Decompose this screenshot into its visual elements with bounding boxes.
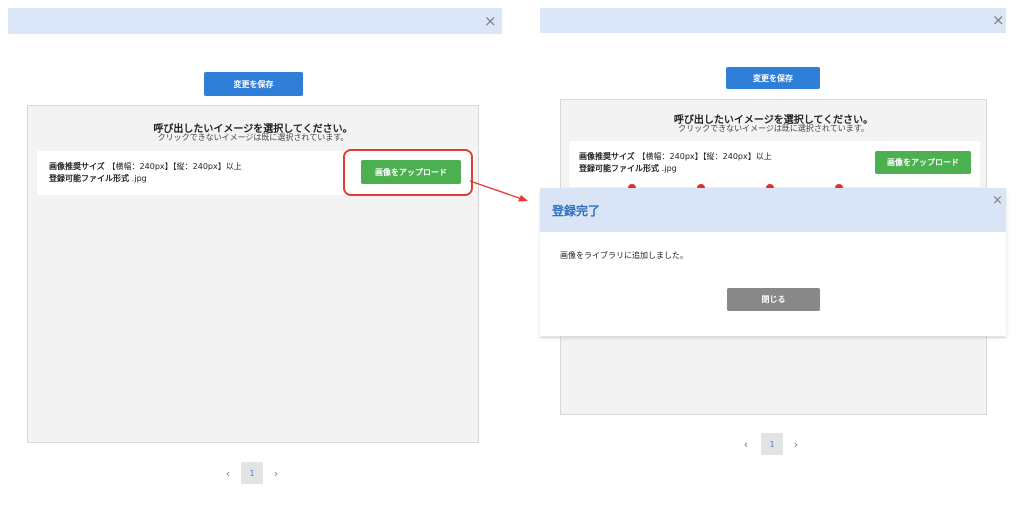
right-format-label: 登録可能ファイル形式 — [579, 164, 659, 173]
dialog-close-button[interactable]: 閉じる — [727, 288, 820, 311]
dialog-close-icon[interactable]: × — [992, 193, 1003, 208]
right-page-1[interactable]: 1 — [761, 433, 783, 455]
registration-complete-dialog: 登録完了 × 画像をライブラリに追加しました。 閉じる — [540, 188, 1006, 336]
left-modal-topbar — [8, 8, 502, 34]
left-format-label: 登録可能ファイル形式 — [49, 174, 129, 183]
right-file-format: 登録可能ファイル形式 .jpg — [579, 163, 677, 174]
dialog-message: 画像をライブラリに追加しました。 — [560, 251, 688, 260]
left-format-value: .jpg — [131, 174, 147, 183]
left-prev-page-icon[interactable]: ‹ — [222, 462, 234, 484]
right-upload-info-box: 画像推奨サイズ 【横幅：240px】【縦：240px】以上 登録可能ファイル形式… — [569, 141, 980, 187]
left-file-format: 登録可能ファイル形式 .jpg — [49, 173, 147, 184]
right-save-button[interactable]: 変更を保存 — [726, 67, 820, 89]
dialog-bottom-divider — [540, 337, 1006, 338]
right-size-label: 画像推奨サイズ — [579, 152, 635, 161]
right-close-icon[interactable]: × — [992, 13, 1005, 28]
right-recommended-size: 画像推奨サイズ 【横幅：240px】【縦：240px】以上 — [579, 151, 772, 162]
left-library-subtitle: クリックできないイメージは既に選択されています。 — [157, 133, 349, 142]
left-page-1[interactable]: 1 — [241, 462, 263, 484]
left-close-icon[interactable]: × — [484, 14, 497, 29]
dialog-header: 登録完了 — [540, 188, 1006, 232]
right-library-subtitle: クリックできないイメージは既に選択されています。 — [678, 124, 869, 133]
left-next-page-icon[interactable]: › — [270, 462, 282, 484]
right-size-value: 【横幅：240px】【縦：240px】以上 — [637, 152, 772, 161]
left-recommended-size: 画像推奨サイズ 【横幅：240px】【縦：240px】以上 — [49, 161, 242, 172]
transition-arrow-icon — [469, 180, 528, 202]
right-next-page-icon[interactable]: › — [790, 433, 802, 455]
right-prev-page-icon[interactable]: ‹ — [740, 433, 752, 455]
right-upload-button[interactable]: 画像をアップロード — [875, 151, 971, 174]
right-format-value: .jpg — [661, 164, 677, 173]
left-size-label: 画像推奨サイズ — [49, 162, 105, 171]
left-upload-button[interactable]: 画像をアップロード — [361, 160, 461, 184]
left-save-button[interactable]: 変更を保存 — [204, 72, 303, 96]
right-modal-topbar — [540, 8, 1006, 33]
left-size-value: 【横幅：240px】【縦：240px】以上 — [107, 162, 242, 171]
right-pagination: ‹ 1 › — [740, 433, 802, 455]
left-pagination: ‹ 1 › — [222, 462, 284, 484]
dialog-title: 登録完了 — [552, 203, 601, 218]
